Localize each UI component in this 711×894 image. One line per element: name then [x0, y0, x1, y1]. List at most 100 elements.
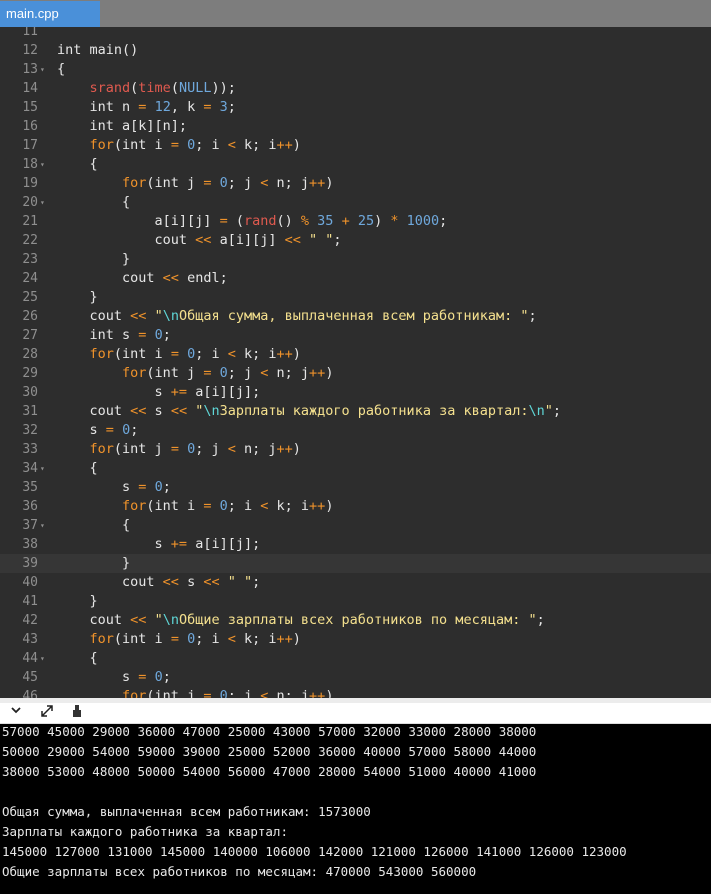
expand-icon[interactable]	[37, 704, 57, 722]
code-text: cout << endl;	[57, 269, 228, 288]
code-line[interactable]: 19 for(int j = 0; j < n; j++)	[0, 174, 711, 193]
code-line[interactable]: 44 ▾ {	[0, 649, 711, 668]
code-line[interactable]: 35 s = 0;	[0, 478, 711, 497]
code-line[interactable]: 30 s += a[i][j];	[0, 383, 711, 402]
code-line[interactable]: 27 int s = 0;	[0, 326, 711, 345]
code-token: cout	[57, 612, 131, 628]
code-line[interactable]: 33 for(int j = 0; j < n; j++)	[0, 440, 711, 459]
code-token: )	[292, 441, 301, 457]
code-line[interactable]: 11	[0, 27, 711, 41]
code-text: cout << "\nОбщие зарплаты всех работнико…	[57, 611, 545, 630]
code-token: ;	[162, 479, 171, 495]
code-line[interactable]: 15 int n = 12, k = 3;	[0, 98, 711, 117]
code-line[interactable]: 36 for(int i = 0; i < k; i++)	[0, 497, 711, 516]
code-token: +	[341, 213, 350, 229]
fold-arrow-icon[interactable]: ▾	[40, 516, 45, 535]
fold-arrow-icon[interactable]: ▾	[40, 459, 45, 478]
code-line[interactable]: 34 ▾ {	[0, 459, 711, 478]
fold-arrow-icon[interactable]: ▾	[40, 649, 45, 668]
code-token: ;	[252, 574, 261, 590]
tab-main-cpp[interactable]: main.cpp	[0, 1, 100, 27]
code-line[interactable]: 16 int a[k][n];	[0, 117, 711, 136]
code-line[interactable]: 45 s = 0;	[0, 668, 711, 687]
code-line[interactable]: 24 cout << endl;	[0, 269, 711, 288]
code-line[interactable]: 38 s += a[i][j];	[0, 535, 711, 554]
code-line[interactable]: 22 cout << a[i][j] << " ";	[0, 231, 711, 250]
line-number: 11	[22, 27, 38, 39]
code-line[interactable]: 26 cout << "\nОбщая сумма, выплаченная в…	[0, 307, 711, 326]
code-text: s = 0;	[57, 421, 139, 440]
fold-arrow-icon[interactable]: ▾	[40, 60, 45, 79]
code-line[interactable]: 29 for(int j = 0; j < n; j++)	[0, 364, 711, 383]
code-line[interactable]: 20 ▾ {	[0, 193, 711, 212]
code-token: ; i	[195, 137, 228, 153]
line-number: 38	[22, 537, 38, 552]
line-number: 39	[22, 556, 38, 571]
code-line[interactable]: 13 ▾ {	[0, 60, 711, 79]
clear-icon[interactable]	[67, 704, 87, 722]
code-token: cout	[57, 270, 163, 286]
code-token: "	[154, 612, 163, 628]
code-token: =	[105, 422, 114, 438]
code-line[interactable]: 42 cout << "\nОбщие зарплаты всех работн…	[0, 611, 711, 630]
code-token: (int i	[146, 498, 204, 514]
code-text: srand(time(NULL));	[57, 79, 236, 98]
code-line[interactable]: 12 int main()	[0, 41, 711, 60]
code-token: \n	[203, 403, 220, 419]
code-line[interactable]: 21 a[i][j] = (rand() % 35 + 25) * 1000;	[0, 212, 711, 231]
line-number: 43	[22, 632, 38, 647]
code-line[interactable]: 43 for(int i = 0; i < k; i++)	[0, 630, 711, 649]
code-line[interactable]: 37 ▾ {	[0, 516, 711, 535]
code-token: srand	[89, 80, 131, 96]
code-line[interactable]: 39 }	[0, 554, 711, 573]
code-text: {	[57, 193, 130, 212]
code-token: cout	[57, 403, 131, 419]
code-token: 0	[219, 688, 228, 698]
code-token: n; j	[268, 365, 310, 381]
code-token: <<	[162, 574, 179, 590]
code-token: {	[57, 650, 98, 666]
code-line[interactable]: 32 s = 0;	[0, 421, 711, 440]
fold-arrow-icon[interactable]: ▾	[40, 193, 45, 212]
line-number: 23	[22, 252, 38, 267]
code-token: ++	[276, 631, 293, 647]
code-text: {	[57, 649, 98, 668]
code-editor[interactable]: 11 12 int main() 13 ▾{14 srand(time(NULL)); 1…	[0, 27, 711, 698]
code-line[interactable]: 41 }	[0, 592, 711, 611]
code-line[interactable]: 31 cout << s << "\nЗарплаты каждого рабо…	[0, 402, 711, 421]
line-number: 42	[22, 613, 38, 628]
code-token: s	[57, 536, 171, 552]
code-token: {	[57, 460, 98, 476]
code-token: (int j	[146, 365, 204, 381]
code-line[interactable]: 23 }	[0, 250, 711, 269]
code-token: s	[57, 384, 171, 400]
fold-arrow-icon[interactable]: ▾	[40, 155, 45, 174]
code-line[interactable]: 25 }	[0, 288, 711, 307]
code-line[interactable]: 14 srand(time(NULL));	[0, 79, 711, 98]
code-text: {	[57, 60, 65, 79]
code-line[interactable]: 40 cout << s << " ";	[0, 573, 711, 592]
code-line[interactable]: 17 for(int i = 0; i < k; i++)	[0, 136, 711, 155]
code-line[interactable]: 46 for(int j = 0; j < n; j++)	[0, 687, 711, 698]
line-number: 40	[22, 575, 38, 590]
code-line[interactable]: 18 ▾ {	[0, 155, 711, 174]
console-line: Общая сумма, выплаченная всем работникам…	[2, 804, 371, 819]
code-text: {	[57, 516, 130, 535]
code-text: cout << s << "\nЗарплаты каждого работни…	[57, 402, 562, 421]
code-token: k; i	[235, 631, 277, 647]
chevron-down-icon[interactable]	[6, 704, 26, 722]
code-token: =	[170, 346, 179, 362]
code-line[interactable]: 28 for(int i = 0; i < k; i++)	[0, 345, 711, 364]
code-token: ; j	[195, 441, 228, 457]
